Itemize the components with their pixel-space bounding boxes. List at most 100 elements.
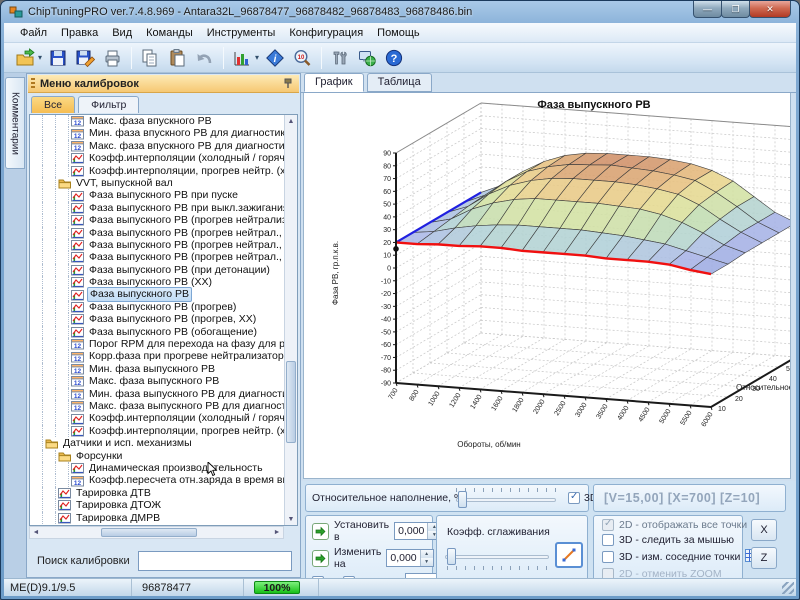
tree-item[interactable]: 12Мин. фаза выпускного РВ для диагностик… [30, 388, 297, 400]
apply-set-button[interactable] [312, 523, 329, 540]
tree-item[interactable]: 12Мин. фаза впускного РВ для диагностики [30, 127, 297, 139]
menu-item-tools[interactable]: Инструменты [201, 25, 282, 41]
resize-grip[interactable] [782, 582, 794, 594]
option-checkbox[interactable] [602, 534, 614, 546]
tree-item[interactable]: Коэфф.интерполяции, прогрев нейтр. (холо… [30, 425, 297, 437]
tree-item[interactable]: Коэфф.интерполяции (холодный / горячий ) [30, 412, 297, 424]
print-button[interactable] [99, 45, 125, 71]
menu-item-commands[interactable]: Команды [140, 25, 199, 41]
z-axis-button[interactable]: Z [751, 547, 777, 569]
tree-guide [56, 400, 69, 412]
paste-button[interactable] [164, 45, 190, 71]
save-button[interactable] [45, 45, 71, 71]
menu-item-config[interactable]: Конфигурация [283, 25, 369, 41]
info-button[interactable]: i [262, 45, 288, 71]
tree-item[interactable]: 12Порог RPM для перехода на фазу для реж… [30, 338, 297, 350]
smoothing-slider[interactable] [445, 548, 549, 565]
globe-button[interactable] [354, 45, 380, 71]
tab-table[interactable]: Таблица [367, 73, 432, 92]
save-as-button[interactable] [72, 45, 98, 71]
tree-item[interactable]: 12Макс. фаза впускного РВ [30, 115, 297, 127]
x-axis-button[interactable]: X [751, 519, 777, 541]
tree-item[interactable]: 12Коэфф.пересчета отн.заряда в время впр… [30, 474, 297, 486]
tree-item[interactable]: Фаза выпускного РВ (прогрев нейтрал., хо… [30, 227, 297, 239]
tree-item[interactable]: 12Макс. фаза выпускного РВ [30, 375, 297, 387]
search-input[interactable] [138, 551, 292, 571]
tree-folder[interactable]: Форсунки [30, 450, 297, 462]
edit-curve-button[interactable] [555, 542, 583, 568]
tree-horizontal-scrollbar[interactable]: ◄ ► [29, 526, 284, 539]
tree-item[interactable]: 12Корр.фаза при прогреве нейтрализатора [30, 350, 297, 362]
chart-canvas[interactable]: -90-80-70-60-50-40-30-20-100102030405060… [303, 93, 791, 479]
scroll-right-icon[interactable]: ► [271, 527, 283, 538]
restore-button[interactable]: ❐ [721, 1, 750, 18]
minimize-button[interactable]: — [693, 1, 722, 18]
svg-text:700: 700 [388, 387, 400, 401]
svg-text:90: 90 [383, 151, 391, 158]
menu-item-file[interactable]: Файл [14, 25, 53, 41]
tools-button[interactable] [327, 45, 353, 71]
cursor-readout: [V=15,00] [X=700] [Z=10] [593, 484, 786, 512]
tree-item[interactable]: Фаза выпускного РВ (прогрев) [30, 301, 297, 313]
scroll-thumb[interactable] [286, 361, 296, 443]
tree-item[interactable]: 12Макс. фаза выпускного РВ для диагности… [30, 400, 297, 412]
tree-item[interactable]: Коэфф.интерполяции (холодный / горячий ) [30, 152, 297, 164]
menu-item-help[interactable]: Помощь [371, 25, 426, 41]
apply-change-button[interactable] [312, 550, 329, 567]
comments-side-tab[interactable]: Комментарии [5, 77, 25, 169]
tree-item[interactable]: 12Макс. фаза впускного РВ для диагностик… [30, 140, 297, 152]
open-dropdown-icon[interactable]: ▾ [38, 53, 42, 62]
tab-graph[interactable]: График [304, 73, 364, 92]
tree-item[interactable]: Фаза выпускного РВ (обогащение) [30, 326, 297, 338]
option-checkbox[interactable] [602, 551, 614, 563]
tree-item[interactable]: Тарировка ДМРВ [30, 512, 297, 524]
menu-item-edit[interactable]: Правка [55, 25, 104, 41]
scroll-up-icon[interactable]: ▲ [285, 115, 297, 127]
copy-button[interactable] [137, 45, 163, 71]
tree-folder[interactable]: VVT, выпускной вал [30, 177, 297, 189]
drag-grip-icon[interactable] [31, 78, 35, 90]
tree-item[interactable]: Фаза выпускного РВ (прогрев нейтрализато… [30, 214, 297, 226]
folder-icon [58, 450, 71, 462]
scroll-down-icon[interactable]: ▼ [285, 513, 297, 525]
tree-item[interactable]: Тарировка ДТОЖ [30, 499, 297, 511]
spin-down-icon[interactable]: ▼ [421, 558, 433, 566]
tree-item-label: Фаза выпускного РВ (прогрев, ХХ) [87, 313, 258, 325]
zoom-10-button[interactable]: 10 [289, 45, 315, 71]
tab-all[interactable]: Все [31, 96, 75, 113]
change-value-spinner[interactable]: 0,000 ▲▼ [386, 549, 433, 567]
tree-guide [56, 214, 69, 226]
bottom-controls: Относительное наполнение, % 3D [V=15,00]… [301, 481, 796, 578]
surface-3d-plot[interactable]: -90-80-70-60-50-40-30-20-100102030405060… [304, 93, 790, 477]
undo-button[interactable] [191, 45, 217, 71]
tree-guide [30, 474, 43, 486]
tree-item[interactable]: Тарировка ДТВ [30, 487, 297, 499]
set-value-spinner[interactable]: 0,000 ▲▼ [394, 522, 441, 540]
open-button[interactable] [12, 45, 38, 71]
spin-up-icon[interactable]: ▲ [421, 550, 433, 558]
menu-item-view[interactable]: Вид [106, 25, 138, 41]
tree-item[interactable]: Фаза выпускного РВ (прогрев нейтрал., ХХ… [30, 239, 297, 251]
tree-item[interactable]: 12Мин. фаза выпускного РВ [30, 363, 297, 375]
tree-item[interactable]: Фаза выпускного РВ (прогрев нейтрал., ХХ… [30, 251, 297, 263]
tab-filter[interactable]: Фильтр [78, 96, 139, 113]
tree-folder[interactable]: Датчики и исп. механизмы [30, 437, 297, 449]
scroll-left-icon[interactable]: ◄ [30, 527, 42, 538]
svg-text:50: 50 [786, 366, 790, 373]
checkbox-3d[interactable] [568, 492, 580, 504]
tree-item[interactable]: Фаза выпускного РВ [30, 288, 297, 300]
tree-item[interactable]: Коэфф.интерполяции, прогрев нейтр. (холо… [30, 165, 297, 177]
help-button[interactable]: ? [381, 45, 407, 71]
tree-item[interactable]: Фаза выпускного РВ (при детонации) [30, 264, 297, 276]
tree-vertical-scrollbar[interactable]: ▲ ▼ [284, 115, 297, 525]
tree-item[interactable]: Фаза выпускного РВ при пуске [30, 189, 297, 201]
scroll-thumb-horizontal[interactable] [101, 528, 197, 537]
tree-item[interactable]: Фаза выпускного РВ (прогрев, ХХ) [30, 313, 297, 325]
rel-fill-slider[interactable] [456, 491, 556, 508]
tree-item[interactable]: Фаза выпускного РВ при выкл.зажигания [30, 202, 297, 214]
close-button[interactable]: ✕ [749, 1, 791, 18]
chart-dropdown-icon[interactable]: ▾ [255, 53, 259, 62]
chart-button[interactable] [229, 45, 255, 71]
tree-item[interactable]: Динамическая производительность [30, 462, 297, 474]
pin-icon[interactable] [282, 78, 294, 90]
